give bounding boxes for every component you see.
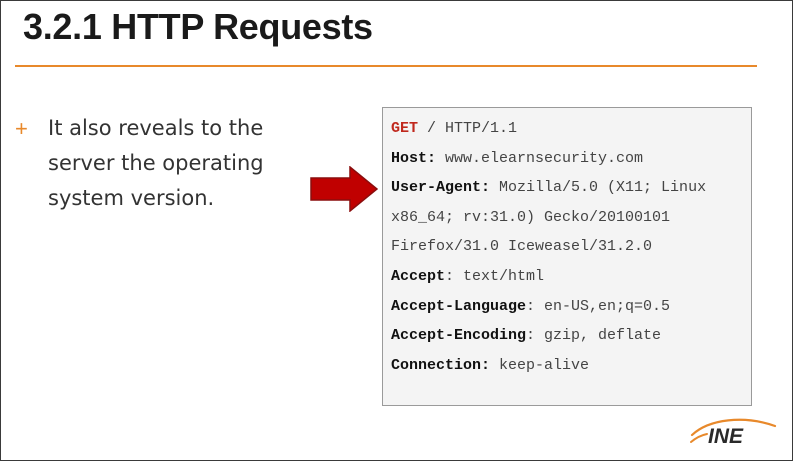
request-line: GET / HTTP/1.1 [391, 117, 751, 147]
user-agent-header: User-Agent: Mozilla/5.0 (X11; Linux [391, 176, 751, 206]
user-agent-continuation: Firefox/31.0 Iceweasel/31.2.0 [391, 238, 653, 256]
header-value: : en-US,en;q=0.5 [526, 297, 671, 315]
accept-language-header: Accept-Language: en-US,en;q=0.5 [391, 295, 751, 325]
plus-bullet-icon: + [15, 116, 28, 141]
header-key: Accept-Encoding [391, 327, 527, 345]
user-agent-continuation: x86_64; rv:31.0) Gecko/20100101 [391, 208, 671, 226]
bullet-line: system version. [48, 186, 215, 210]
connection-header: Connection: keep-alive [391, 354, 751, 384]
title-divider [15, 65, 757, 67]
header-value: www.elearnsecurity.com [436, 149, 644, 167]
header-value: : text/html [445, 267, 545, 285]
header-key: Accept-Language [391, 297, 527, 315]
header-key: User-Agent: [391, 179, 491, 197]
header-key: Accept [391, 267, 446, 285]
header-key: Host: [391, 149, 437, 167]
logo-text: INE [708, 425, 744, 447]
slide-title: 3.2.1 HTTP Requests [23, 6, 373, 47]
header-value: Mozilla/5.0 (X11; Linux [490, 179, 707, 197]
bullet-line: server the operating [48, 151, 264, 175]
ine-logo: INE [690, 418, 777, 447]
right-arrow-icon [310, 166, 378, 212]
bullet-text: It also reveals to the server the operat… [48, 111, 288, 216]
slide: 3.2.1 HTTP Requests + It also reveals to… [0, 0, 793, 461]
header-value: : gzip, deflate [526, 327, 662, 345]
accept-header: Accept: text/html [391, 265, 751, 295]
header-key: Connection: [391, 356, 491, 374]
http-request-box: GET / HTTP/1.1 Host: www.elearnsecurity.… [382, 107, 752, 406]
http-method: GET [391, 120, 419, 137]
request-path: / HTTP/1.1 [418, 120, 518, 137]
bullet-line: It also reveals to the [48, 116, 264, 140]
header-value: keep-alive [490, 356, 590, 374]
accept-encoding-header: Accept-Encoding: gzip, deflate [391, 324, 751, 354]
host-header: Host: www.elearnsecurity.com [391, 147, 751, 177]
